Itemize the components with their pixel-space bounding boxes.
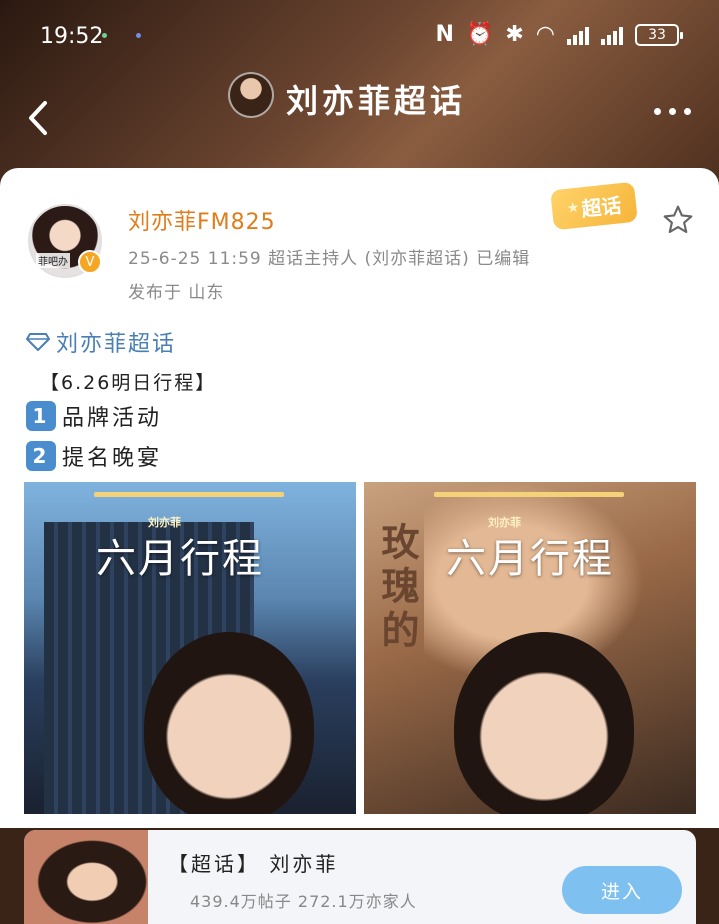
schedule-item-text: 提名晚宴 xyxy=(62,446,163,471)
bluetooth-icon: ✱ xyxy=(505,22,524,47)
topic-card[interactable]: 【超话】 刘亦菲 439.4万帖子 272.1万亦家人 进入 xyxy=(24,830,696,924)
status-icons: N ⏰ ✱ ◠ 33 xyxy=(435,22,683,47)
more-dot xyxy=(684,108,691,115)
wifi-icon: ◠ xyxy=(535,22,555,47)
author-name[interactable]: 刘亦菲FM825 xyxy=(128,204,276,236)
status-indicator-dot xyxy=(102,33,107,38)
favorite-star-icon[interactable] xyxy=(662,204,694,236)
post-card: 菲吧办 V 刘亦菲FM825 25-6-25 11:59 超话主持人 (刘亦菲超… xyxy=(0,168,719,828)
avatar-tag: 菲吧办 xyxy=(36,253,70,268)
supertopic-badge[interactable]: ★ 超话 xyxy=(550,181,638,231)
topic-thumbnail xyxy=(24,830,148,924)
number-badge: 1 xyxy=(26,401,56,431)
schedule-item: 2 提名晚宴 xyxy=(26,440,162,472)
status-indicator-dot xyxy=(136,33,141,38)
chevron-left-icon xyxy=(29,101,47,135)
alarm-icon: ⏰ xyxy=(465,22,494,47)
diamond-icon xyxy=(26,333,50,351)
poster-title: 六月行程 xyxy=(446,536,614,582)
more-dot xyxy=(654,108,661,115)
star-icon: ★ xyxy=(566,199,581,217)
poster-vertical-text: 玫瑰的 xyxy=(375,522,420,654)
back-button[interactable] xyxy=(20,96,56,140)
more-dot xyxy=(669,108,676,115)
nfc-icon: N xyxy=(435,22,454,47)
portrait xyxy=(454,632,634,814)
status-time: 19:52 xyxy=(40,24,104,49)
topic-link[interactable]: 刘亦菲超话 xyxy=(26,326,176,358)
schedule-item: 1 品牌活动 xyxy=(26,400,162,432)
topic-link-label: 刘亦菲超话 xyxy=(56,332,177,357)
battery-icon: 33 xyxy=(635,23,683,46)
verified-badge-icon: V xyxy=(78,250,102,274)
poster-strip xyxy=(434,492,624,497)
page-title: 刘亦菲超话 xyxy=(286,82,467,120)
signal-icon xyxy=(567,25,589,45)
schedule-item-text: 品牌活动 xyxy=(62,406,163,431)
post-location: 发布于 山东 xyxy=(128,283,225,303)
status-bar: 19:52 N ⏰ ✱ ◠ 33 xyxy=(0,0,719,70)
poster-strip xyxy=(94,492,284,497)
post-heading: 【6.26明日行程】 xyxy=(40,372,217,394)
post-image[interactable]: 玫瑰的 刘亦菲 六月行程 xyxy=(364,482,696,814)
more-options-button[interactable] xyxy=(654,108,691,115)
enter-button[interactable]: 进入 xyxy=(562,866,682,914)
portrait xyxy=(144,632,314,814)
signal-icon xyxy=(601,25,623,45)
topic-card-title: 【超话】 刘亦菲 xyxy=(168,852,339,876)
topic-avatar[interactable] xyxy=(228,72,274,118)
post-image[interactable]: 刘亦菲 六月行程 xyxy=(24,482,356,814)
supertopic-badge-label: 超话 xyxy=(580,192,623,221)
number-badge: 2 xyxy=(26,441,56,471)
poster-title: 六月行程 xyxy=(96,536,264,582)
post-meta: 25-6-25 11:59 超话主持人 (刘亦菲超话) 已编辑 xyxy=(128,249,531,269)
nav-bar: 刘亦菲超话 xyxy=(0,70,719,160)
topic-card-stats: 439.4万帖子 272.1万亦家人 xyxy=(190,892,417,911)
